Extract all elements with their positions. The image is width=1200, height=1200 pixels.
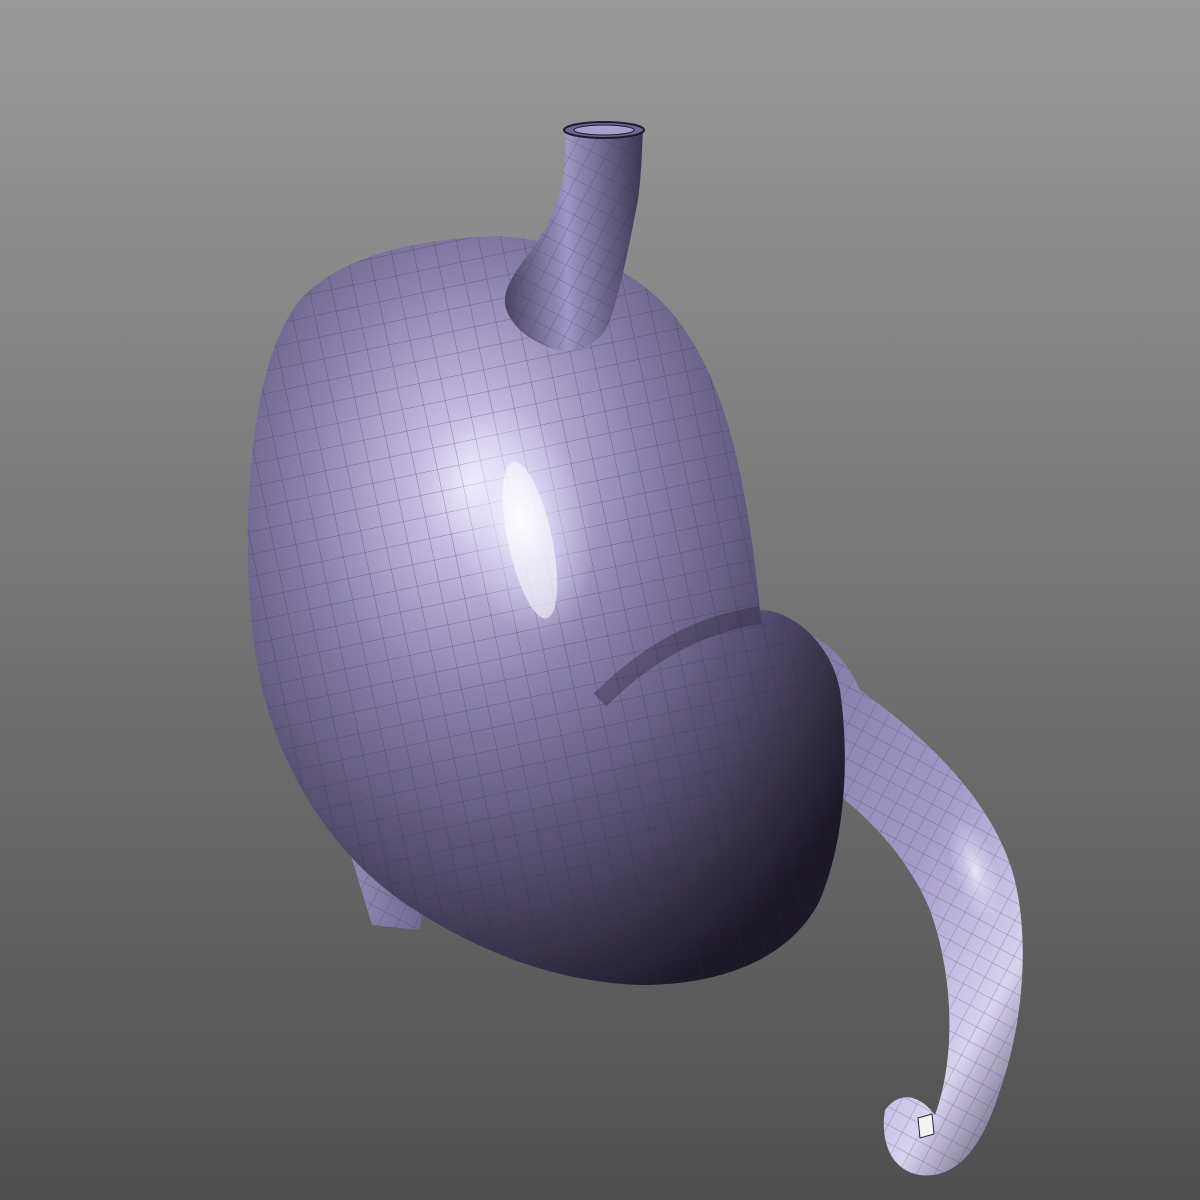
tube-end-opening [917, 1113, 935, 1139]
stomach-mesh-render [0, 0, 1200, 1200]
3d-viewport[interactable] [0, 0, 1200, 1200]
